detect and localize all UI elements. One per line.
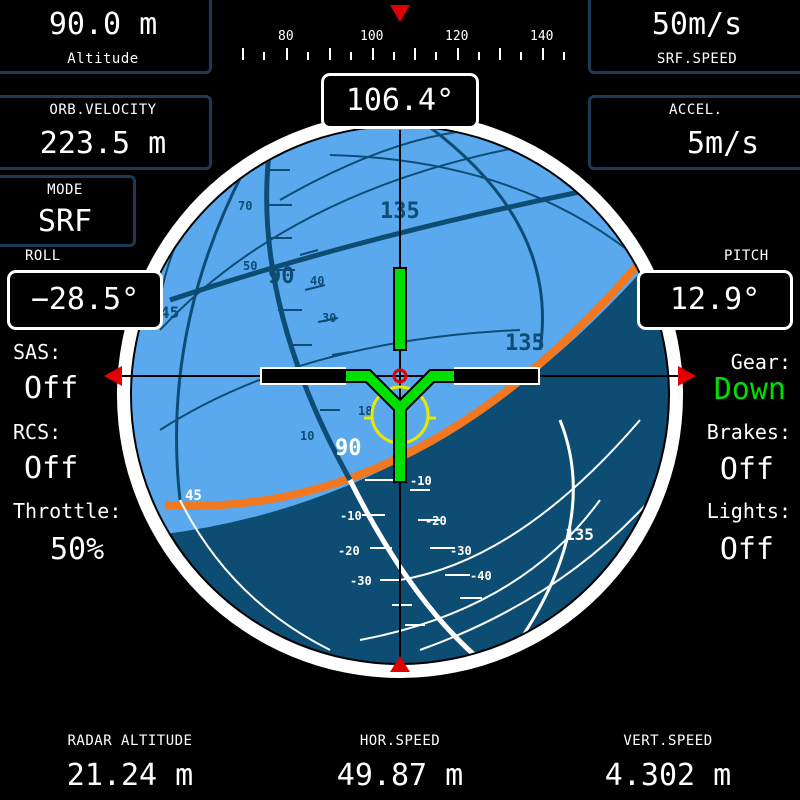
radar-altitude-value: 21.24 m bbox=[66, 758, 194, 793]
heading-tick-label: 120 bbox=[445, 29, 468, 44]
hor-speed-value: 49.87 m bbox=[336, 758, 464, 793]
gear-value[interactable]: Down bbox=[714, 372, 786, 407]
lights-value[interactable]: Off bbox=[720, 532, 774, 567]
rcs-value[interactable]: Off bbox=[24, 451, 78, 486]
rcs-label: RCS: bbox=[13, 420, 62, 444]
srf-speed-label: SRF.SPEED bbox=[656, 51, 738, 67]
ball-label: -30 bbox=[450, 544, 472, 558]
heading-marker-icon bbox=[390, 5, 410, 22]
ball-label: 90 bbox=[268, 264, 295, 289]
ball-label: -20 bbox=[338, 544, 360, 558]
pitch-label: PITCH bbox=[724, 248, 769, 264]
heading-readout: 106.4° bbox=[321, 73, 479, 129]
heading-tick-label: 140 bbox=[530, 29, 553, 44]
mode-panel: MODE SRF bbox=[0, 175, 136, 247]
right-marker-icon bbox=[678, 366, 696, 386]
roll-label: ROLL bbox=[25, 248, 61, 264]
ball-label: 135 bbox=[505, 331, 545, 356]
altitude-panel: 90.0 m Altitude bbox=[0, 0, 212, 74]
ball-label: 70 bbox=[238, 199, 252, 213]
ball-label: 45 bbox=[185, 488, 202, 504]
vert-speed-value: 4.302 m bbox=[604, 758, 732, 793]
ball-label: 135 bbox=[565, 525, 594, 544]
accel-label: ACCEL. bbox=[669, 102, 723, 118]
mode-label: MODE bbox=[47, 182, 83, 198]
ball-label: -20 bbox=[425, 514, 447, 528]
ball-label: -10 bbox=[410, 474, 432, 488]
altitude-value: 90.0 m bbox=[48, 7, 158, 42]
heading-tick-label: 80 bbox=[278, 29, 294, 44]
accel-value: 5m/s bbox=[687, 126, 760, 161]
ball-label: 18 bbox=[358, 404, 372, 418]
lights-label: Lights: bbox=[706, 499, 791, 523]
srf-speed-panel: 50m/s SRF.SPEED bbox=[588, 0, 800, 74]
pitch-readout: 12.9° bbox=[637, 270, 793, 330]
ball-label: 90 bbox=[335, 436, 362, 461]
gear-label: Gear: bbox=[730, 350, 791, 374]
mode-value: SRF bbox=[37, 204, 93, 239]
ball-label: -30 bbox=[350, 574, 372, 588]
orb-velocity-value: 223.5 m bbox=[39, 126, 167, 161]
brakes-label: Brakes: bbox=[706, 420, 791, 444]
orb-velocity-panel: ORB.VELOCITY 223.5 m bbox=[0, 95, 212, 170]
ball-label: 10 bbox=[300, 429, 314, 443]
left-marker-icon bbox=[104, 366, 122, 386]
ball-label: 30 bbox=[322, 311, 336, 325]
vert-speed-label: VERT.SPEED bbox=[623, 733, 713, 749]
throttle-label: Throttle: bbox=[13, 499, 122, 523]
ball-label: 50 bbox=[243, 259, 257, 273]
sas-label: SAS: bbox=[13, 340, 62, 364]
roll-readout: −28.5° bbox=[7, 270, 163, 330]
brakes-value[interactable]: Off bbox=[720, 452, 774, 487]
altitude-label: Altitude bbox=[67, 51, 139, 67]
orb-velocity-label: ORB.VELOCITY bbox=[49, 102, 157, 118]
srf-speed-value: 50m/s bbox=[651, 7, 743, 42]
radar-altitude-label: RADAR ALTITUDE bbox=[67, 733, 193, 749]
throttle-value[interactable]: 50% bbox=[50, 532, 104, 567]
ball-label: 40 bbox=[310, 274, 324, 288]
heading-tick-label: 100 bbox=[360, 29, 383, 44]
accel-panel: ACCEL. 5m/s bbox=[588, 95, 800, 170]
sas-value[interactable]: Off bbox=[24, 371, 78, 406]
ball-label: -10 bbox=[340, 509, 362, 523]
hor-speed-label: HOR.SPEED bbox=[359, 733, 441, 749]
ball-label: -40 bbox=[470, 569, 492, 583]
heading-tape bbox=[242, 48, 565, 60]
